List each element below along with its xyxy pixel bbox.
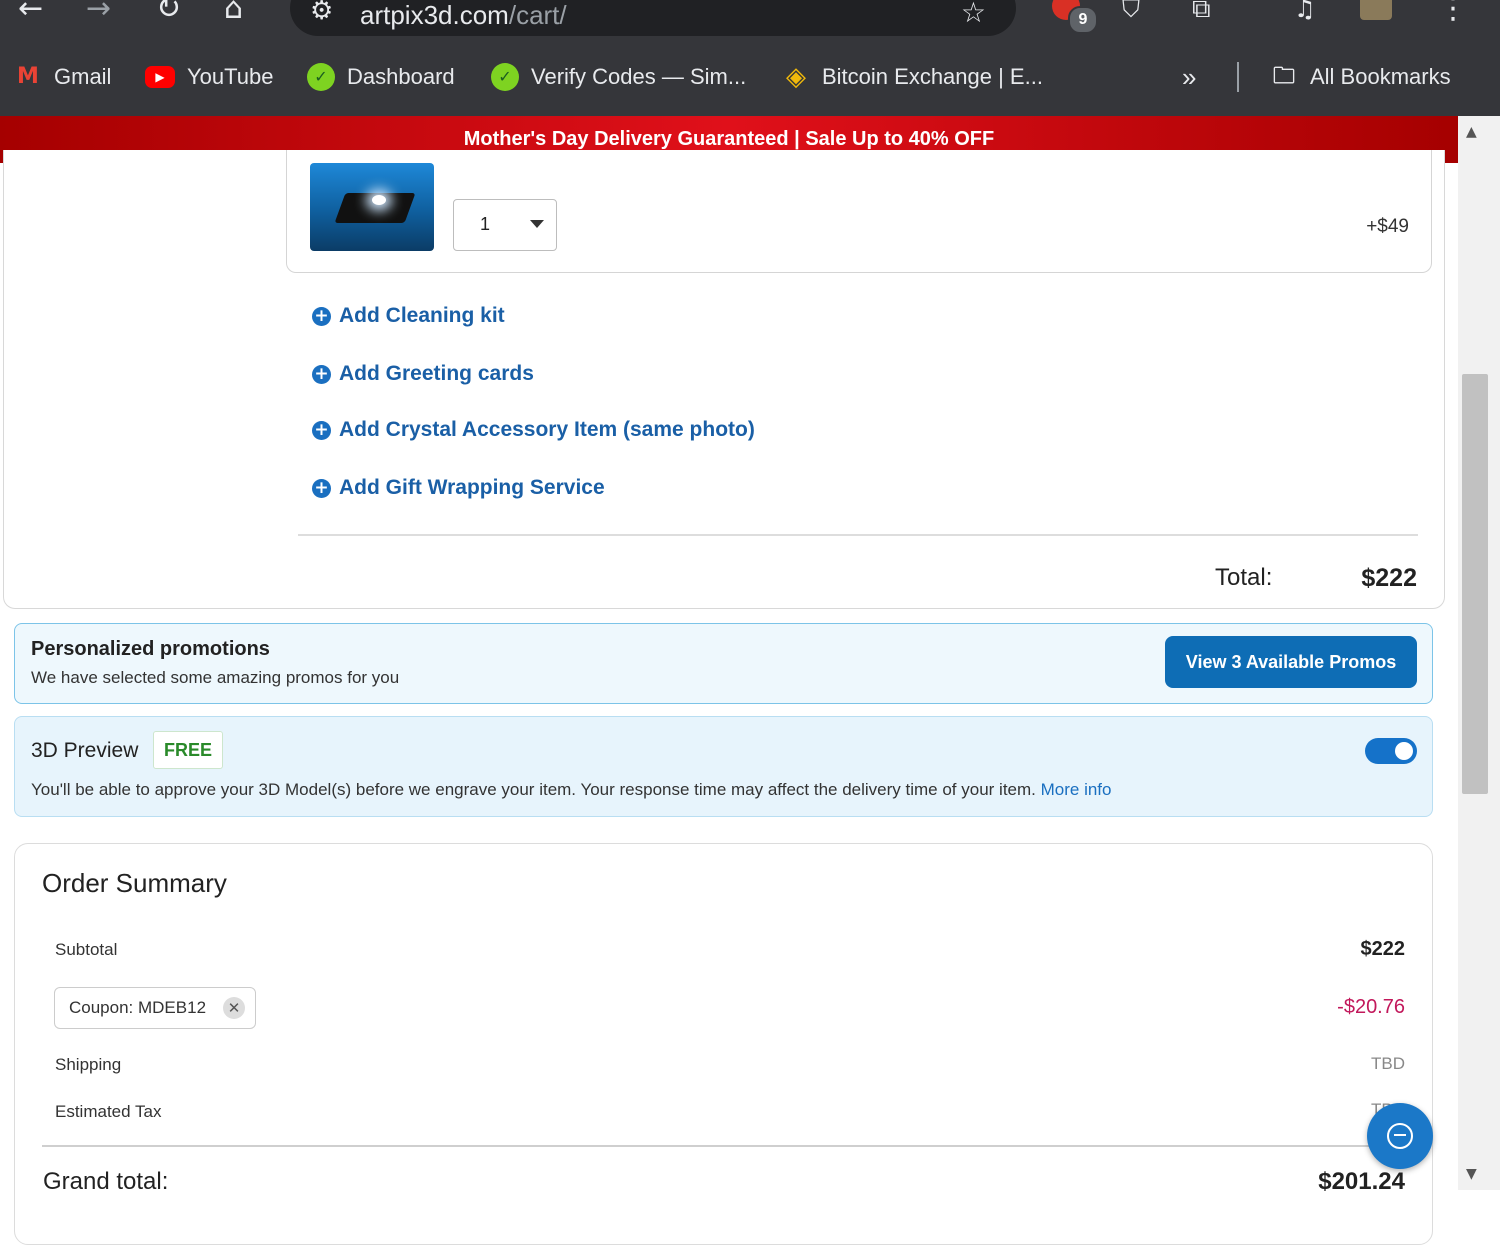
coupon-discount-value: -$20.76 bbox=[1337, 996, 1405, 1018]
forward-arrow-icon[interactable]: → bbox=[86, 0, 111, 24]
scrollbar-thumb[interactable] bbox=[1462, 374, 1488, 794]
plus-circle-icon: + bbox=[312, 420, 331, 440]
binance-icon: ◈ bbox=[786, 62, 806, 92]
bookmark-youtube[interactable]: ▶ YouTube bbox=[145, 62, 273, 92]
addon-product-image bbox=[310, 163, 434, 251]
reload-icon[interactable]: ↻ bbox=[156, 0, 181, 24]
coupon-chip: Coupon: MDEB12 ✕ bbox=[54, 987, 256, 1029]
dashboard-icon: ✓ bbox=[307, 63, 335, 91]
summary-divider bbox=[42, 1145, 1406, 1147]
promotions-title: Personalized promotions bbox=[31, 638, 270, 660]
bookmarks-overflow-chevron-icon[interactable]: » bbox=[1182, 62, 1196, 92]
url-text: artpix3d.com/cart/ bbox=[360, 0, 567, 31]
youtube-icon: ▶ bbox=[145, 66, 175, 88]
shipping-value: TBD bbox=[1371, 1054, 1405, 1073]
addon-label: Add Cleaning kit bbox=[339, 304, 505, 327]
menu-kebab-icon[interactable]: ⋮ bbox=[1438, 0, 1468, 24]
url-host: artpix3d.com bbox=[360, 0, 509, 30]
view-promos-button[interactable]: View 3 Available Promos bbox=[1165, 636, 1417, 688]
back-arrow-icon[interactable]: ← bbox=[18, 0, 43, 24]
shield-extension-icon[interactable]: ⛉ bbox=[1122, 0, 1140, 24]
media-control-icon[interactable]: ♫ bbox=[1294, 0, 1316, 24]
quantity-value: 1 bbox=[480, 214, 491, 234]
bookmarks-separator bbox=[1237, 62, 1239, 92]
addon-label: Add Gift Wrapping Service bbox=[339, 476, 605, 499]
3d-preview-text: You'll be able to approve your 3D Model(… bbox=[31, 780, 1036, 799]
add-crystal-accessory-link[interactable]: + Add Crystal Accessory Item (same photo… bbox=[312, 418, 755, 442]
browser-chrome: ← → ↻ ⌂ ⚙ artpix3d.com/cart/ ☆ 9 ⛉ ⧉ ♫ ⋮… bbox=[0, 0, 1500, 116]
more-info-link[interactable]: More info bbox=[1041, 780, 1112, 799]
3d-preview-description: You'll be able to approve your 3D Model(… bbox=[31, 780, 1112, 800]
bookmark-label: Gmail bbox=[54, 64, 112, 89]
add-cleaning-kit-link[interactable]: + Add Cleaning kit bbox=[312, 304, 505, 328]
free-badge: FREE bbox=[153, 731, 223, 769]
addon-label: Add Crystal Accessory Item (same photo) bbox=[339, 418, 755, 441]
remove-coupon-close-icon[interactable]: ✕ bbox=[223, 997, 245, 1019]
chat-button[interactable] bbox=[1367, 1103, 1433, 1169]
grand-total-value: $201.24 bbox=[1318, 1168, 1405, 1195]
3d-preview-toggle[interactable] bbox=[1365, 738, 1417, 764]
bookmark-bitcoin-exchange[interactable]: ◈ Bitcoin Exchange | E... bbox=[782, 62, 1043, 92]
estimated-tax-label: Estimated Tax bbox=[55, 1102, 162, 1121]
plus-circle-icon: + bbox=[312, 478, 331, 498]
toggle-knob bbox=[1395, 742, 1413, 760]
order-summary-card bbox=[14, 843, 1433, 1245]
scroll-up-arrow-icon[interactable]: ▲ bbox=[1466, 124, 1477, 140]
led-light bbox=[372, 195, 386, 205]
site-info-icon[interactable]: ⚙ bbox=[310, 0, 333, 26]
quantity-select[interactable]: 1 bbox=[453, 199, 557, 251]
cart-total-label: Total: bbox=[1215, 564, 1273, 591]
order-summary-title: Order Summary bbox=[42, 868, 227, 898]
bookmark-gmail[interactable]: M Gmail bbox=[14, 62, 111, 92]
extension-badge: 9 bbox=[1068, 6, 1098, 34]
add-greeting-cards-link[interactable]: + Add Greeting cards bbox=[312, 362, 534, 386]
3d-preview-title: 3D Preview bbox=[31, 739, 139, 762]
url-path: /cart/ bbox=[508, 0, 567, 30]
plus-circle-icon: + bbox=[312, 364, 331, 384]
bookmark-label: Verify Codes — Sim... bbox=[531, 64, 747, 89]
addon-price: +$49 bbox=[1366, 216, 1409, 237]
folder-icon: 🗀 bbox=[1272, 64, 1295, 89]
bookmarks-bar: M Gmail ▶ YouTube ✓ Dashboard ✓ Verify C… bbox=[0, 52, 1500, 100]
3d-preview-panel: 3D Preview You'll be able to approve you… bbox=[14, 716, 1433, 817]
address-bar[interactable]: ⚙ artpix3d.com/cart/ ☆ bbox=[290, 0, 1016, 36]
bookmark-star-icon[interactable]: ☆ bbox=[961, 0, 986, 29]
puzzle-extensions-icon[interactable]: ⧉ bbox=[1192, 0, 1211, 24]
bookmark-dashboard[interactable]: ✓ Dashboard bbox=[307, 62, 455, 92]
all-bookmarks-button[interactable]: 🗀 All Bookmarks bbox=[1270, 62, 1451, 92]
cart-divider bbox=[298, 534, 1418, 536]
scroll-down-arrow-icon[interactable]: ▼ bbox=[1466, 1166, 1477, 1182]
all-bookmarks-label: All Bookmarks bbox=[1310, 64, 1451, 89]
home-icon[interactable]: ⌂ bbox=[224, 0, 243, 24]
add-gift-wrapping-link[interactable]: + Add Gift Wrapping Service bbox=[312, 476, 605, 500]
bookmark-verify-codes[interactable]: ✓ Verify Codes — Sim... bbox=[491, 62, 746, 92]
subtotal-value: $222 bbox=[1360, 938, 1406, 960]
chat-bubble-icon bbox=[1387, 1123, 1413, 1149]
bookmark-label: YouTube bbox=[187, 64, 274, 89]
coupon-label: Coupon: MDEB12 bbox=[69, 998, 207, 1017]
cart-total-value: $222 bbox=[1361, 564, 1417, 592]
promotions-subtitle: We have selected some amazing promos for… bbox=[31, 668, 400, 687]
grand-total-label: Grand total: bbox=[43, 1168, 169, 1195]
shipping-label: Shipping bbox=[55, 1055, 122, 1074]
addon-label: Add Greeting cards bbox=[339, 362, 534, 385]
bookmark-label: Bitcoin Exchange | E... bbox=[822, 64, 1043, 89]
plus-circle-icon: + bbox=[312, 306, 331, 326]
profile-avatar[interactable] bbox=[1360, 0, 1392, 20]
gmail-icon: M bbox=[17, 64, 39, 89]
verify-icon: ✓ bbox=[491, 63, 519, 91]
browser-toolbar: ← → ↻ ⌂ ⚙ artpix3d.com/cart/ ☆ 9 ⛉ ⧉ ♫ ⋮ bbox=[0, 0, 1500, 46]
chevron-down-icon bbox=[530, 220, 544, 228]
bookmark-label: Dashboard bbox=[347, 64, 455, 89]
subtotal-label: Subtotal bbox=[55, 940, 118, 959]
